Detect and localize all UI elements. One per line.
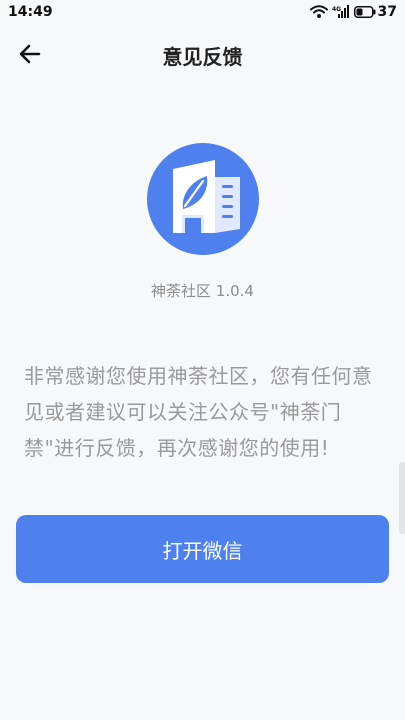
side-edge-handle[interactable] xyxy=(399,462,405,534)
page-title: 意见反馈 xyxy=(162,45,243,69)
app-logo xyxy=(147,143,259,255)
battery-icon xyxy=(353,6,376,18)
status-time: 14:49 xyxy=(8,4,53,20)
wifi-icon xyxy=(309,5,328,18)
building-leaf-logo-icon xyxy=(147,143,259,255)
network-type-label: 4G xyxy=(332,6,341,13)
battery-percent: 37 xyxy=(377,4,397,20)
open-wechat-button[interactable]: 打开微信 xyxy=(16,515,389,583)
app-version: 神荼社区 1.0.4 xyxy=(151,282,254,300)
status-icons: 4G 37 xyxy=(309,4,397,20)
status-bar: 14:49 4G 37 xyxy=(0,0,405,24)
top-app-bar: 意见反馈 xyxy=(0,24,405,84)
feedback-description: 非常感谢您使用神荼社区，您有任何意见或者建议可以关注公众号"神荼门禁"进行反馈，… xyxy=(24,364,373,460)
cellular-signal-icon: 4G xyxy=(332,5,349,18)
battery-indicator: 37 xyxy=(353,4,397,20)
